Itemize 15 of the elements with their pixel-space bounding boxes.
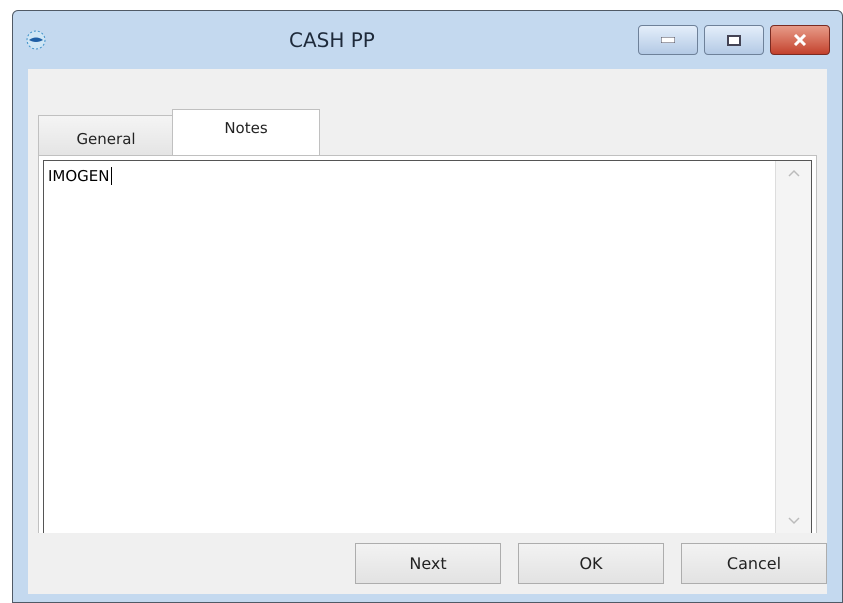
window-title: CASH PP xyxy=(289,27,375,54)
dialog-button[interactable]: Next xyxy=(355,543,501,584)
maximize-button[interactable] xyxy=(704,25,764,55)
notes-text: IMOGEN xyxy=(48,167,112,185)
minimize-icon xyxy=(661,37,675,43)
dialog-button[interactable]: OK xyxy=(518,543,664,584)
tab[interactable]: Notes xyxy=(172,109,320,155)
dialog-button[interactable]: Cancel xyxy=(681,543,827,584)
notes-field[interactable]: IMOGEN xyxy=(43,160,812,533)
minimize-button[interactable] xyxy=(638,25,698,55)
maximize-icon xyxy=(727,34,741,46)
app-globe-icon xyxy=(25,29,47,51)
tab[interactable]: General xyxy=(38,115,174,155)
close-button[interactable] xyxy=(770,25,830,55)
close-icon xyxy=(793,34,807,46)
